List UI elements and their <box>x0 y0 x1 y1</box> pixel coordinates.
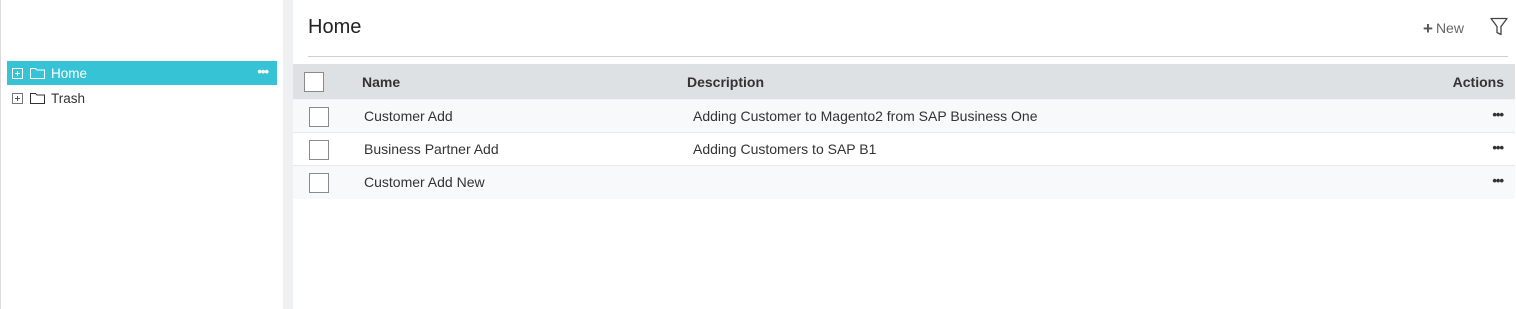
page-title: Home <box>308 16 362 38</box>
new-button[interactable]: + New <box>1423 19 1464 37</box>
column-header-actions: Actions <box>1452 74 1504 90</box>
tree-item-trash[interactable]: Trash <box>7 86 277 110</box>
filter-icon[interactable] <box>1490 17 1508 37</box>
column-header-description[interactable]: Description <box>687 74 764 90</box>
row-description: Adding Customer to Magento2 from SAP Bus… <box>693 108 1038 124</box>
folder-icon <box>30 91 46 105</box>
row-actions-icon[interactable]: ••• <box>1492 107 1504 122</box>
row-checkbox[interactable] <box>309 140 329 160</box>
column-header-name[interactable]: Name <box>362 74 400 90</box>
folder-tree: Home ••• Trash <box>1 0 284 309</box>
pane-splitter[interactable] <box>283 0 293 309</box>
divider <box>308 56 1508 57</box>
table-header: Name Description Actions <box>293 64 1515 100</box>
row-description: Adding Customers to SAP B1 <box>693 141 877 157</box>
tree-item-label: Home <box>51 65 88 81</box>
row-name[interactable]: Business Partner Add <box>364 141 499 157</box>
row-name[interactable]: Customer Add <box>364 108 453 124</box>
new-button-label: New <box>1435 20 1464 36</box>
row-actions-icon[interactable]: ••• <box>1492 140 1504 155</box>
items-table: Name Description Actions Customer Add Ad… <box>293 64 1515 199</box>
table-row[interactable]: Customer Add New ••• <box>293 166 1515 199</box>
main-panel: Home + New Name Description Actions Cust… <box>293 0 1516 309</box>
more-options-icon[interactable]: ••• <box>257 64 269 79</box>
folder-icon <box>30 66 46 80</box>
table-row[interactable]: Customer Add Adding Customer to Magento2… <box>293 100 1515 133</box>
tree-item-home[interactable]: Home ••• <box>7 61 277 85</box>
row-checkbox[interactable] <box>309 173 329 193</box>
row-actions-icon[interactable]: ••• <box>1492 173 1504 188</box>
expand-icon[interactable] <box>12 67 23 79</box>
select-all-checkbox[interactable] <box>304 72 324 92</box>
row-name[interactable]: Customer Add New <box>364 174 485 190</box>
row-checkbox[interactable] <box>309 107 329 127</box>
tree-item-label: Trash <box>51 90 86 106</box>
expand-icon[interactable] <box>12 92 23 104</box>
plus-icon: + <box>1423 18 1433 38</box>
table-row[interactable]: Business Partner Add Adding Customers to… <box>293 133 1515 166</box>
